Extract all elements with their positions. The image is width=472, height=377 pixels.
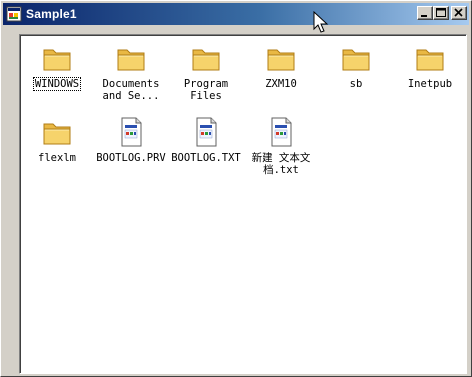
folder-icon: [41, 42, 73, 74]
maximize-button[interactable]: [433, 6, 449, 20]
folder-item[interactable]: Program Files: [168, 42, 244, 102]
mouse-cursor-icon: [313, 11, 329, 33]
window-title: Sample1: [26, 7, 77, 21]
maximize-icon: [436, 8, 446, 17]
window-controls: [417, 6, 467, 20]
file-item[interactable]: 新建 文本文 档.txt: [243, 116, 319, 176]
folder-icon: [265, 42, 297, 74]
folder-item[interactable]: flexlm: [19, 116, 95, 164]
item-label: Program Files: [183, 78, 229, 102]
folder-icon: [340, 42, 372, 74]
close-icon: [454, 8, 463, 17]
item-label: Documents and Se...: [102, 78, 160, 102]
folder-item[interactable]: Inetpub: [392, 42, 468, 90]
folder-icon: [115, 42, 147, 74]
text-file-icon: [115, 116, 147, 148]
file-item[interactable]: BOOTLOG.TXT: [168, 116, 244, 164]
app-icon[interactable]: [6, 6, 22, 22]
minimize-button[interactable]: [417, 6, 433, 20]
folder-icon: [41, 116, 73, 148]
item-label: WINDOWS: [32, 77, 82, 91]
item-label: BOOTLOG.TXT: [171, 152, 241, 164]
item-label: Inetpub: [407, 78, 453, 90]
folder-icon: [414, 42, 446, 74]
text-file-icon: [265, 116, 297, 148]
item-label: sb: [349, 78, 363, 90]
item-label: flexlm: [38, 152, 76, 164]
folder-icon: [190, 42, 222, 74]
file-list-view[interactable]: WINDOWS Documents and Se... Program File…: [19, 34, 467, 374]
title-bar[interactable]: Sample1: [3, 3, 469, 25]
folder-item[interactable]: ZXM10: [243, 42, 319, 90]
folder-item[interactable]: WINDOWS: [19, 42, 95, 91]
minimize-icon: [421, 15, 427, 17]
app-window: Sample1 WINDOWS Documents and Se... Prog…: [0, 0, 472, 377]
close-button[interactable]: [451, 6, 467, 20]
folder-item[interactable]: sb: [318, 42, 394, 90]
file-item[interactable]: BOOTLOG.PRV: [93, 116, 169, 164]
folder-item[interactable]: Documents and Se...: [93, 42, 169, 102]
item-label: 新建 文本文 档.txt: [251, 152, 311, 176]
item-label: ZXM10: [265, 78, 297, 90]
text-file-icon: [190, 116, 222, 148]
item-label: BOOTLOG.PRV: [96, 152, 166, 164]
